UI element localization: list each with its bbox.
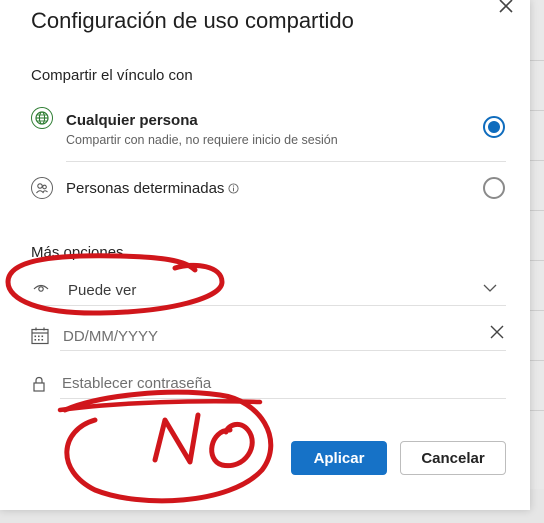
- calendar-icon: [31, 327, 49, 345]
- option-specific-people-title: Personas determinadas: [66, 180, 225, 197]
- people-icon: [31, 177, 53, 199]
- chevron-down-icon: [483, 284, 497, 292]
- dialog-title: Configuración de uso compartido: [31, 8, 354, 33]
- option-anyone-title: Cualquier persona: [66, 112, 198, 129]
- date-placeholder: DD/MM/YYYY: [63, 328, 159, 345]
- password-placeholder: Establecer contraseña: [62, 375, 212, 392]
- close-icon[interactable]: [496, 0, 516, 16]
- share-settings-dialog: Configuración de uso compartido Comparti…: [0, 0, 530, 510]
- apply-button[interactable]: Aplicar: [291, 441, 387, 475]
- lock-icon: [33, 376, 45, 392]
- divider: [31, 305, 506, 306]
- divider: [60, 398, 506, 399]
- permission-value: Puede ver: [68, 282, 137, 299]
- radio-specific-people[interactable]: [483, 177, 505, 199]
- share-with-label: Compartir el vínculo con: [31, 67, 193, 84]
- globe-icon: [31, 107, 53, 129]
- radio-anyone[interactable]: [483, 116, 505, 138]
- info-icon[interactable]: [228, 183, 239, 194]
- background-scroll-strip: [530, 0, 544, 523]
- cancel-button[interactable]: Cancelar: [400, 441, 506, 475]
- more-options-label: Más opciones: [31, 244, 124, 261]
- eye-icon: [33, 284, 49, 292]
- option-anyone-subtitle: Compartir con nadie, no requiere inicio …: [66, 133, 338, 147]
- divider: [66, 161, 506, 162]
- divider: [60, 350, 506, 351]
- clear-date-icon[interactable]: [489, 324, 505, 340]
